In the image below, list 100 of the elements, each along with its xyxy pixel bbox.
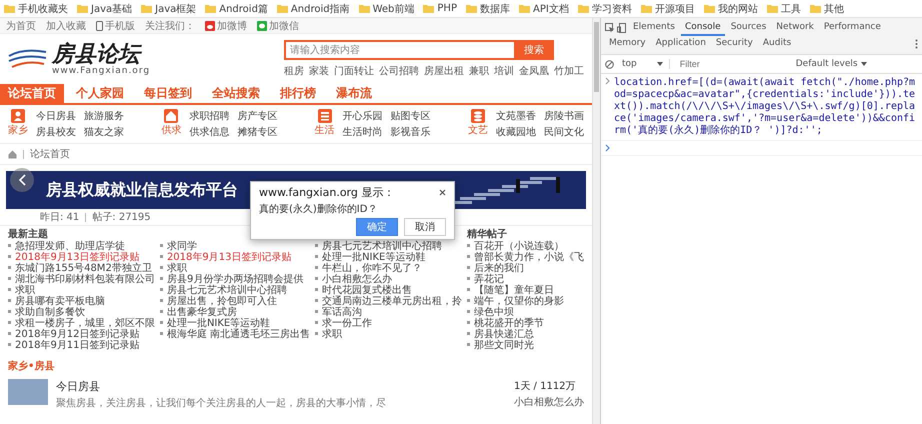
thread-link[interactable]: 百花开（小说连载） xyxy=(467,241,584,252)
bookmark[interactable]: Android篇 xyxy=(205,2,268,16)
scrollbar[interactable] xyxy=(592,18,600,424)
thread-link[interactable]: 2018年9月12日签到记录贴 xyxy=(8,329,155,340)
thread-link[interactable]: 绿色中坝 xyxy=(467,307,584,318)
forum-link[interactable]: 求职招聘 xyxy=(189,109,230,123)
thread-link[interactable]: 交通局南边三楼单元房出租，拎 xyxy=(315,296,462,307)
top-link[interactable]: 为首页 xyxy=(6,18,36,32)
thread-link[interactable]: 端午，仅望你的身影 xyxy=(467,296,584,307)
thread-link[interactable]: 桃花盛开的季节 xyxy=(467,318,584,329)
top-link[interactable]: 加微博 xyxy=(217,18,247,32)
devtools-tab[interactable]: Sources xyxy=(726,20,770,36)
bookmark[interactable]: 学习资料 xyxy=(578,2,632,16)
thread-link[interactable]: 求同学 xyxy=(160,241,310,252)
bookmark[interactable]: Web前端 xyxy=(358,2,414,16)
prompt-icon[interactable] xyxy=(605,144,610,152)
forum-link[interactable]: 供求信息 xyxy=(189,125,230,139)
forum-link[interactable]: 开心乐园 xyxy=(342,109,383,123)
forum-link[interactable]: 民间文化 xyxy=(544,125,584,139)
forum-link[interactable]: 猫友之家 xyxy=(84,125,124,139)
forum-link[interactable]: 贴图专区 xyxy=(390,109,431,123)
nav-tab[interactable]: 瀑布流 xyxy=(328,84,380,103)
devtools-tab[interactable]: Elements xyxy=(629,20,679,36)
devtools-tab[interactable]: Console xyxy=(680,20,725,36)
bookmark[interactable]: API文档 xyxy=(519,2,569,16)
bookmark[interactable]: 数据库 xyxy=(466,2,510,16)
hot-word-link[interactable]: 房屋出租 xyxy=(424,64,464,78)
thread-link[interactable]: 求一份工作 xyxy=(315,318,462,329)
devtools-tab[interactable]: Security xyxy=(712,36,757,52)
top-link[interactable]: 加微信 xyxy=(269,18,299,32)
hot-word-link[interactable]: 培训 xyxy=(494,64,514,78)
nav-tab[interactable]: 个人家园 xyxy=(68,84,132,103)
forum-link[interactable]: 房县校友 xyxy=(36,125,76,139)
thread-link[interactable]: 处理一批NIKE等运动鞋 xyxy=(160,318,310,329)
devtools-tab[interactable]: Performance xyxy=(820,20,885,36)
devtools-tab[interactable]: Application xyxy=(652,36,710,52)
thread-link[interactable]: 房县七元艺术培训中心招聘 xyxy=(315,241,462,252)
devtools-tab[interactable]: Network xyxy=(772,20,818,36)
category-label[interactable]: 供求 xyxy=(161,123,182,137)
forum-link[interactable]: 房陵书画 xyxy=(544,109,584,123)
thread-link[interactable]: 曾部长黄力作，小说《飞 xyxy=(467,252,584,263)
bookmark[interactable]: PHP xyxy=(423,3,457,14)
bookmark[interactable]: 我的网站 xyxy=(704,2,758,16)
thread-link[interactable]: 牛栏山，你咋不见了？ xyxy=(315,263,462,274)
thread-link[interactable]: 房县9月份学办两场招聘会提供 xyxy=(160,274,310,285)
search-field[interactable]: 请输入搜索内容 xyxy=(284,40,514,60)
forum-link[interactable]: 旅游服务 xyxy=(84,109,124,123)
bookmark[interactable]: 其他 xyxy=(810,2,844,16)
previous-button[interactable] xyxy=(10,168,34,192)
thread-link[interactable]: 急招理发师、助理店学徒 xyxy=(8,241,155,252)
bookmark[interactable]: Java框架 xyxy=(141,2,196,16)
thread-link[interactable]: 弄花记 xyxy=(467,274,584,285)
clear-icon[interactable] xyxy=(605,60,614,68)
thread-link[interactable]: 求助自制多餐饮 xyxy=(8,307,155,318)
forum-link[interactable]: 今日房县 xyxy=(36,109,76,123)
context-select[interactable]: top xyxy=(622,59,670,69)
thread-link[interactable]: 求职 xyxy=(160,263,310,274)
thread-link[interactable]: 那些文同时光 xyxy=(467,340,584,351)
hot-word-link[interactable]: 门面转让 xyxy=(334,64,374,78)
thread-link[interactable]: 处理一批NIKE等运动鞋 xyxy=(315,252,462,263)
thread-link[interactable]: 东城门路155号48M2带独立卫 xyxy=(8,263,155,274)
bookmark[interactable]: 开源项目 xyxy=(640,2,695,16)
thread-link[interactable]: 后来的我们 xyxy=(467,263,584,274)
forum-link[interactable]: 生活时尚 xyxy=(342,125,383,139)
bookmark[interactable]: 工具 xyxy=(766,2,801,16)
thread-link[interactable]: 房屋出售，拎包即可入住 xyxy=(160,296,310,307)
forum-link[interactable]: 收藏园地 xyxy=(496,125,536,139)
latest-post-link[interactable]: 小白相敷怎么办 xyxy=(514,395,584,409)
thread-link[interactable]: 湖北海书印刷材料包装有限公司 xyxy=(8,274,155,285)
forum-link[interactable]: 文苑墨香 xyxy=(496,109,536,123)
hot-word-link[interactable]: 竹加工 xyxy=(554,64,584,78)
thread-link[interactable]: 出售豪华复式房 xyxy=(160,307,310,318)
thread-link[interactable]: 2018年9月11日签到记录贴 xyxy=(8,340,155,351)
inspect-icon[interactable] xyxy=(605,23,615,33)
hot-word-link[interactable]: 公司招聘 xyxy=(379,64,419,78)
category-label[interactable]: 文艺 xyxy=(468,123,488,137)
thread-link[interactable]: 求职 xyxy=(315,329,462,340)
devtools-tab[interactable]: Audits xyxy=(758,36,796,52)
thread-link[interactable]: 求职 xyxy=(8,285,155,296)
hot-word-link[interactable]: 家装 xyxy=(309,64,329,78)
close-icon[interactable] xyxy=(439,189,446,196)
thread-link[interactable]: 小白相敷怎么办 xyxy=(315,274,462,285)
forum-title[interactable]: 今日房县 xyxy=(56,379,506,394)
thread-link[interactable]: 2018年9月13日签到记录贴 xyxy=(8,252,155,263)
devtools-tab[interactable]: Memory xyxy=(605,36,650,52)
top-link[interactable]: 加入收藏 xyxy=(46,18,86,32)
thread-link[interactable]: 2018年9月13日签到记录贴 xyxy=(160,252,310,263)
forum-link[interactable]: 影视音乐 xyxy=(390,125,431,139)
bookmark[interactable]: Java基础 xyxy=(77,2,132,16)
nav-tab[interactable]: 排行榜 xyxy=(272,84,324,103)
hot-word-link[interactable]: 租房 xyxy=(284,64,304,78)
thread-link[interactable]: 军话高沟 xyxy=(315,307,462,318)
levels-dropdown[interactable]: Default levels xyxy=(796,59,867,69)
thread-link[interactable]: 根海华庭 南北通透毛坯三房出售 xyxy=(160,329,310,340)
hot-word-link[interactable]: 兼职 xyxy=(469,64,489,78)
top-link[interactable]: 手机版 xyxy=(105,18,135,32)
thread-link[interactable]: 房县哪有卖平板电脑 xyxy=(8,296,155,307)
device-icon[interactable] xyxy=(617,23,627,33)
thread-link[interactable]: 求租一楼房子，城里，郊区不限 xyxy=(8,318,155,329)
hot-word-link[interactable]: 金凤凰 xyxy=(519,64,549,78)
